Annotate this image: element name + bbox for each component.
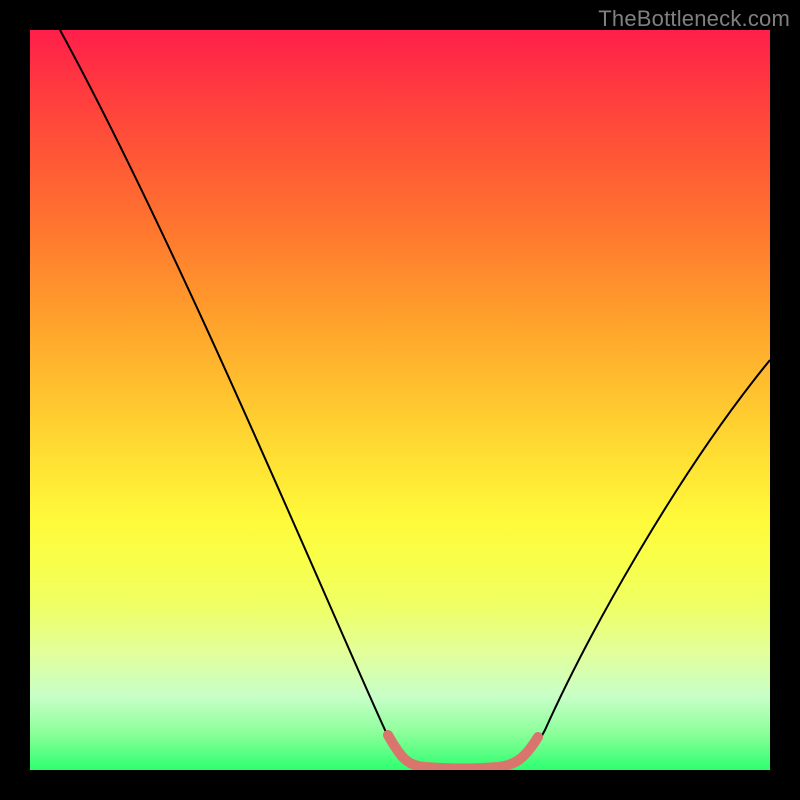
bottleneck-curve (60, 30, 770, 769)
plot-area (30, 30, 770, 770)
chart-frame: TheBottleneck.com (0, 0, 800, 800)
curve-highlight (388, 735, 538, 769)
watermark-text: TheBottleneck.com (598, 6, 790, 32)
curve-layer (30, 30, 770, 770)
